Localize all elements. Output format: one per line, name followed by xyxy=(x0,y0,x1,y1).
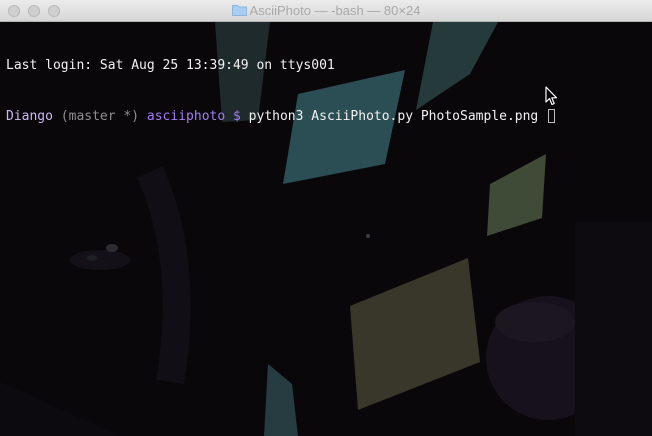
prompt-branch: (master *) xyxy=(60,109,140,124)
prompt-line: Diango (master *) asciiphoto $ python3 A… xyxy=(6,108,556,125)
prompt-symbol: $ xyxy=(233,109,241,124)
text-cursor xyxy=(548,109,556,123)
prompt-user: Diango xyxy=(6,109,53,124)
title-bar[interactable]: AsciiPhoto — -bash — 80×24 xyxy=(0,0,652,22)
arrow-cursor-icon xyxy=(545,86,558,106)
folder-icon xyxy=(231,5,247,16)
terminal-output[interactable]: Last login: Sat Aug 25 13:39:49 on ttys0… xyxy=(6,23,556,159)
window-title-group: AsciiPhoto — -bash — 80×24 xyxy=(0,3,652,18)
window-title: AsciiPhoto — -bash — 80×24 xyxy=(249,3,421,18)
prompt-directory: asciiphoto xyxy=(146,109,226,124)
last-login-line: Last login: Sat Aug 25 13:39:49 on ttys0… xyxy=(6,58,335,73)
command-text: python3 AsciiPhoto.py PhotoSample.png xyxy=(248,109,539,124)
terminal-window: AsciiPhoto — -bash — 80×24 Last login: S… xyxy=(0,0,652,436)
